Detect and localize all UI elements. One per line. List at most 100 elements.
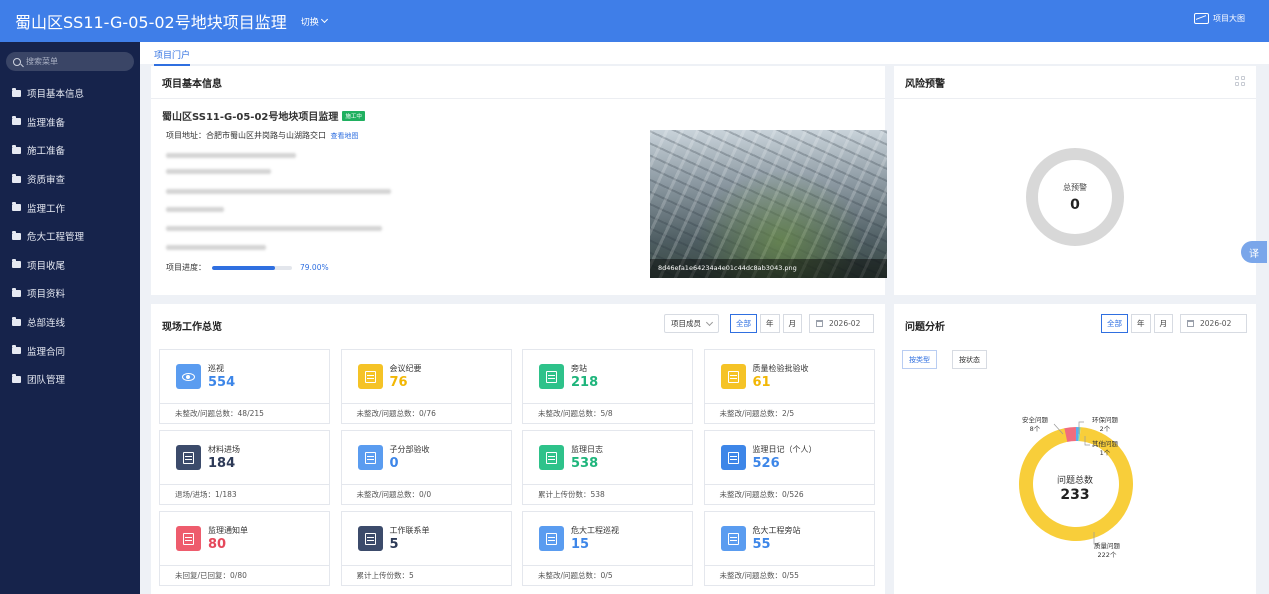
slice-category: 安全问题 (1022, 416, 1048, 424)
project-progress: 项目进度： 79.00% (166, 262, 329, 273)
sidebar-item-label: 资质审查 (27, 175, 66, 187)
stat-card-value: 55 (752, 537, 771, 552)
progress-fill (212, 265, 276, 270)
chevron-down-icon (705, 318, 714, 326)
sidebar-item-label: 项目收尾 (27, 260, 66, 272)
stat-card-footer: 未回复/已回复：0/80 (160, 565, 329, 585)
panel-title: 现场工作总览 (162, 322, 222, 333)
stat-card[interactable]: 会议纪要 76 未整改/问题总数：0/76 (340, 349, 512, 424)
stat-card-label: 会议纪要 (389, 364, 422, 373)
stat-card-footer: 退场/进场：1/183 (160, 484, 329, 504)
calendar-icon (816, 320, 823, 327)
folder-icon (12, 287, 21, 297)
slice-annotation: 安全问题 8个 (1022, 416, 1048, 434)
stat-card[interactable]: 危大工程旁站 55 未整改/问题总数：0/55 (703, 511, 875, 586)
issue-analysis-panel: 问题分析 全部 年 月 2026-02 按类型 按状态 问题总数 233 安全问… (894, 304, 1256, 594)
redacted-line (166, 245, 266, 250)
redacted-line (166, 153, 296, 158)
slice-value: 8个 (1029, 425, 1041, 433)
stat-card[interactable]: 监理通知单 80 未回复/已回复：0/80 (159, 511, 330, 586)
date-value: 2026-02 (829, 319, 861, 328)
site-overview-panel: 现场工作总览 项目成员 全部 年 月 2026-02 巡视 554 未整改/问题总数… (151, 304, 885, 594)
stat-card[interactable]: 危大工程巡视 15 未整改/问题总数：0/5 (522, 511, 693, 586)
menu-list: 项目基本信息监理准备 施工准备资质审查监理工作 危大工程管理项目收尾项目资料 总部连线… (0, 79, 140, 394)
sidebar-item[interactable]: 项目基本信息 (0, 79, 140, 108)
top-header: 蜀山区SS11-G-05-02号地块项目监理 切换 项目大图 (0, 0, 1269, 42)
truck-icon (176, 445, 201, 470)
stat-card[interactable]: 监理日志 538 累计上传份数：538 (522, 430, 693, 505)
search-icon (13, 57, 21, 66)
redacted-line (166, 226, 382, 231)
stat-card-label: 材料进场 (208, 445, 240, 454)
stat-card[interactable]: 子分部验收 0 未整改/问题总数：0/0 (340, 430, 512, 505)
divider (151, 98, 885, 99)
period-filter: 全部 年 月 (730, 314, 802, 333)
stat-card-label: 监理日志 (571, 445, 603, 454)
stat-card-label: 危大工程巡视 (571, 526, 619, 535)
address-label: 项目地址： (166, 131, 206, 140)
stat-card-footer: 未整改/问题总数：0/5 (523, 565, 692, 585)
progress-percent: 79.00% (300, 263, 329, 272)
period-year-button[interactable]: 年 (760, 314, 780, 333)
stat-card-label: 子分部验收 (389, 445, 430, 454)
project-photo[interactable]: 8d46efa1e64234a4e01c44dc8ab3043.png (650, 130, 887, 278)
sidebar-item[interactable]: 危大工程管理 (0, 222, 140, 251)
sidebar-item[interactable]: 项目收尾 (0, 251, 140, 280)
stat-card-value: 526 (752, 456, 780, 471)
progress-bar (212, 265, 292, 270)
stat-card[interactable]: 监理日记（个人） 526 未整改/问题总数：0/526 (703, 430, 875, 505)
folder-icon (12, 230, 21, 240)
stat-card[interactable]: 工作联系单 5 累计上传份数：5 (340, 511, 512, 586)
monitor-chart-icon (1194, 13, 1209, 24)
stat-card-label: 工作联系单 (389, 526, 430, 535)
tab-project-portal[interactable]: 项目门户 (154, 48, 191, 66)
sidebar-item[interactable]: 总部连线 (0, 308, 140, 337)
period-month-button[interactable]: 月 (782, 314, 802, 333)
stat-card-footer: 累计上传份数：538 (523, 484, 692, 504)
stat-card-footer: 未整改/问题总数：48/215 (160, 403, 329, 423)
sidebar-item[interactable]: 项目资料 (0, 279, 140, 308)
stat-card-label: 旁站 (571, 364, 587, 373)
view-map-link[interactable]: 查看地图 (331, 132, 359, 140)
notice-icon (176, 526, 201, 551)
folder-icon (12, 87, 21, 97)
stat-card[interactable]: 质量检验批验收 61 未整改/问题总数：2/5 (703, 349, 875, 424)
sidebar-item[interactable]: 监理准备 (0, 108, 140, 137)
member-select-value: 项目成员 (671, 319, 701, 328)
stat-card[interactable]: 材料进场 184 退场/进场：1/183 (159, 430, 330, 505)
slice-value: 1个 (1099, 449, 1111, 457)
redacted-line (166, 189, 391, 194)
stat-card-value: 0 (389, 456, 399, 471)
stat-card[interactable]: 旁站 218 未整改/问题总数：5/8 (522, 349, 693, 424)
sidebar-item[interactable]: 监理合同 (0, 336, 140, 365)
period-all-button[interactable]: 全部 (730, 314, 757, 333)
sidebar-item-label: 项目基本信息 (27, 89, 85, 101)
sidebar-item[interactable]: 施工准备 (0, 136, 140, 165)
menu-search[interactable] (6, 52, 134, 71)
stat-card-value: 76 (389, 375, 408, 390)
slice-category: 环保问题 (1092, 416, 1118, 424)
slice-annotation: 质量问题 222个 (1094, 542, 1120, 560)
stat-card-value: 61 (752, 375, 771, 390)
stat-card-label: 质量检验批验收 (752, 364, 809, 373)
menu-search-input[interactable] (26, 57, 126, 66)
slice-category: 其他问题 (1092, 440, 1118, 448)
pen-icon (720, 445, 746, 470)
folder-icon (12, 259, 21, 269)
redacted-line (166, 207, 224, 212)
date-picker[interactable]: 2026-02 (809, 314, 874, 333)
stat-card-label: 监理通知单 (208, 526, 248, 535)
big-screen-button[interactable]: 项目大图 (1194, 13, 1245, 24)
sidebar-item-label: 监理合同 (27, 346, 66, 358)
stat-card[interactable]: 巡视 554 未整改/问题总数：48/215 (159, 349, 330, 424)
stat-card-value: 80 (208, 537, 227, 552)
sidebar-item[interactable]: 资质审查 (0, 165, 140, 194)
tab-bar: 项目门户 (140, 42, 1269, 66)
project-title: 蜀山区SS11-G-05-02号地块项目监理 (15, 13, 287, 32)
member-select[interactable]: 项目成员 (664, 314, 719, 333)
translate-button[interactable]: 译 (1241, 241, 1267, 263)
sidebar-item[interactable]: 监理工作 (0, 193, 140, 222)
sidebar-item[interactable]: 团队管理 (0, 365, 140, 394)
switch-project-button[interactable]: 切换 (301, 15, 328, 28)
folder-icon (12, 316, 21, 326)
